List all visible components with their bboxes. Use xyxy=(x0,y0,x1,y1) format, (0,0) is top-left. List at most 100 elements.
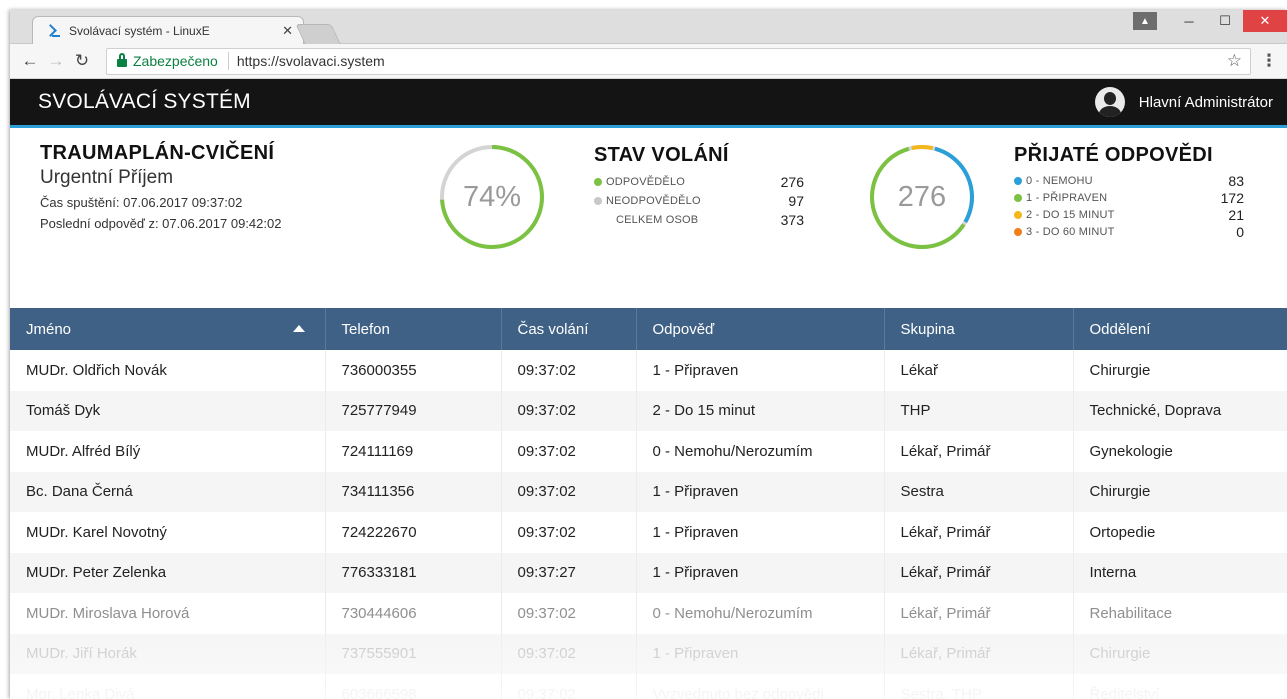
browser-menu-icon[interactable]: ⋮ xyxy=(1259,51,1279,71)
call-status: STAV VOLÁNÍ ODPOVĚDĚLO 276 NEODPOVĚDĚLO … xyxy=(594,144,804,229)
stat-label: 3 - DO 60 MINUT xyxy=(1026,225,1115,238)
table-row[interactable]: MUDr. Karel Novotný 724222670 09:37:02 1 - … xyxy=(10,512,1287,553)
maximize-icon[interactable]: ☐ xyxy=(1207,10,1243,32)
table-row[interactable]: MUDr. Miroslava Horová 730444606 09:37:02 0… xyxy=(10,593,1287,634)
cell-group: Lékař xyxy=(884,350,1074,391)
browser-window: Svolávací systém - LinuxE ✕ ▲ ─ ☐ ✕ ← → … xyxy=(10,10,1287,699)
cell-call-time: 09:37:02 xyxy=(501,431,637,472)
table-row[interactable]: Mgr. Lenka Divá 603666598 09:37:02 Vyzvednu… xyxy=(10,674,1287,699)
cell-department: Chirurgie xyxy=(1073,633,1287,674)
cell-call-time: 09:37:02 xyxy=(501,674,637,699)
last-answer-time: Poslední odpověď z: 07.06.2017 09:42:02 xyxy=(40,216,282,231)
progress-ring: 74% xyxy=(438,143,546,251)
minimize-icon[interactable]: ─ xyxy=(1171,10,1207,32)
stat-label: ODPOVĚDĚLO xyxy=(606,175,686,188)
close-window-icon[interactable]: ✕ xyxy=(1243,10,1287,32)
table-row[interactable]: Bc. Dana Černá 734111356 09:37:02 1 - Připr… xyxy=(10,471,1287,512)
cell-group: Sestra, THP xyxy=(884,674,1074,699)
cell-answer: 2 - Do 15 minut xyxy=(636,390,885,431)
cell-answer: Vyzvednuto bez odpovědi xyxy=(636,674,885,699)
mission-title: TRAUMAPLÁN-CVIČENÍ xyxy=(40,142,275,164)
back-arrow-icon[interactable]: ← xyxy=(18,51,42,71)
cell-answer: 1 - Připraven xyxy=(636,552,885,593)
cell-group: Lékař, Primář xyxy=(884,431,1074,472)
cell-call-time: 09:37:02 xyxy=(501,593,637,634)
cell-answer: 0 - Nemohu/Nerozumím xyxy=(636,431,885,472)
column-header-group[interactable]: Skupina xyxy=(884,308,1074,350)
cell-name: Tomáš Dyk xyxy=(10,390,326,431)
status-dot xyxy=(1014,193,1022,202)
table-row[interactable]: MUDr. Alfréd Bílý 724111169 09:37:02 0 - Ne… xyxy=(10,431,1287,472)
cell-phone: 725777949 xyxy=(325,390,502,431)
cell-answer: 1 - Připraven xyxy=(636,512,885,553)
close-tab-icon[interactable]: ✕ xyxy=(282,23,293,39)
status-dot xyxy=(1014,227,1022,236)
reload-icon[interactable]: ↻ xyxy=(70,51,94,71)
answer-row: 2 - DO 15 MINUT 21 xyxy=(1014,206,1244,223)
column-label: Jméno xyxy=(26,320,72,338)
cell-phone: 737555901 xyxy=(325,633,502,674)
start-time: Čas spuštění: 07.06.2017 09:37:02 xyxy=(40,195,243,210)
cell-group: Sestra xyxy=(884,471,1074,512)
address-bar: ← → ↻ Zabezpečeno https://svolavaci.syst… xyxy=(10,44,1287,79)
cell-group: Lékař, Primář xyxy=(884,552,1074,593)
table-row[interactable]: MUDr. Jiří Horák 737555901 09:37:02 1 - Při… xyxy=(10,633,1287,674)
cell-call-time: 09:37:02 xyxy=(501,350,637,391)
table-row[interactable]: MUDr. Peter Zelenka 776333181 09:37:27 1 - … xyxy=(10,552,1287,593)
stat-label: 0 - NEMOHU xyxy=(1026,174,1093,187)
table-row[interactable]: Tomáš Dyk 725777949 09:37:02 2 - Do 15 minu… xyxy=(10,390,1287,431)
browser-tab[interactable]: Svolávací systém - LinuxE ✕ xyxy=(32,16,304,44)
cell-group: Lékař, Primář xyxy=(884,512,1074,553)
cell-name: MUDr. Karel Novotný xyxy=(10,512,326,553)
stat-value: 373 xyxy=(780,211,804,228)
cell-department: Interna xyxy=(1073,552,1287,593)
stat-label: 1 - PŘIPRAVEN xyxy=(1026,191,1108,204)
app-header: SVOLÁVACÍ SYSTÉM Hlavní Administrátor xyxy=(10,79,1287,128)
stat-value: 276 xyxy=(780,173,804,190)
cell-phone: 724111169 xyxy=(325,431,502,472)
call-status-row-answered: ODPOVĚDĚLO 276 xyxy=(594,172,804,191)
cell-department: Rehabilitace xyxy=(1089,604,1173,622)
mission-info: TRAUMAPLÁN-CVIČENÍ Urgentní Příjem Čas s… xyxy=(40,142,281,231)
avatar[interactable] xyxy=(1094,87,1125,117)
forward-arrow-icon[interactable]: → xyxy=(44,51,68,71)
cell-group: THP xyxy=(884,390,1074,431)
column-header-department[interactable]: Oddělení xyxy=(1073,308,1287,350)
table-row[interactable]: MUDr. Oldřich Novák 736000355 09:37:02 1 - … xyxy=(10,350,1287,391)
column-header-answer[interactable]: Odpověď xyxy=(636,308,885,350)
cell-phone: 734111356 xyxy=(325,471,502,512)
cell-group: Lékař, Primář xyxy=(884,593,1074,634)
profile-icon[interactable]: ▲ xyxy=(1133,12,1157,30)
cell-call-time: 09:37:27 xyxy=(501,552,637,593)
url-text: https://svolavaci.system xyxy=(236,53,385,69)
call-status-title: STAV VOLÁNÍ xyxy=(594,144,729,166)
cell-department: Gynekologie xyxy=(1089,442,1173,460)
stat-value: 97 xyxy=(788,192,804,209)
table-body: MUDr. Oldřich Novák 736000355 09:37:02 1 - … xyxy=(10,350,1287,699)
mission-subtitle: Urgentní Příjem xyxy=(40,167,174,188)
sort-ascending-icon[interactable] xyxy=(292,325,305,332)
browser-titlebar: Svolávací systém - LinuxE ✕ ▲ ─ ☐ ✕ xyxy=(10,10,1287,44)
status-dot xyxy=(1014,210,1022,219)
answers-title: PŘIJATÉ ODPOVĚDI xyxy=(1014,144,1213,166)
column-header-name[interactable]: Jméno xyxy=(10,308,326,350)
cell-department: Chirurgie xyxy=(1073,471,1287,512)
lock-icon xyxy=(117,53,127,67)
cell-call-time: 09:37:02 xyxy=(501,512,637,553)
column-header-phone[interactable]: Telefon xyxy=(325,308,502,350)
app-title: SVOLÁVACÍ SYSTÉM xyxy=(38,90,251,113)
user-name[interactable]: Hlavní Administrátor xyxy=(1139,94,1273,111)
stat-value: 83 xyxy=(1228,172,1244,189)
cell-name: MUDr. Alfréd Bílý xyxy=(10,431,326,472)
status-dot xyxy=(1014,176,1022,185)
url-field[interactable]: Zabezpečeno https://svolavaci.system ☆ xyxy=(106,47,1251,75)
answer-row: 1 - PŘIPRAVEN 172 xyxy=(1014,189,1244,206)
cell-answer: 1 - Připraven xyxy=(636,350,885,391)
terminal-icon xyxy=(45,24,61,38)
column-header-call-time[interactable]: Čas volání xyxy=(501,308,637,350)
bookmark-star-icon[interactable]: ☆ xyxy=(1227,51,1242,71)
progress-percent: 74% xyxy=(462,180,522,213)
stat-value: 21 xyxy=(1228,206,1244,223)
cell-call-time: 09:37:02 xyxy=(501,390,637,431)
status-dot xyxy=(594,177,602,186)
